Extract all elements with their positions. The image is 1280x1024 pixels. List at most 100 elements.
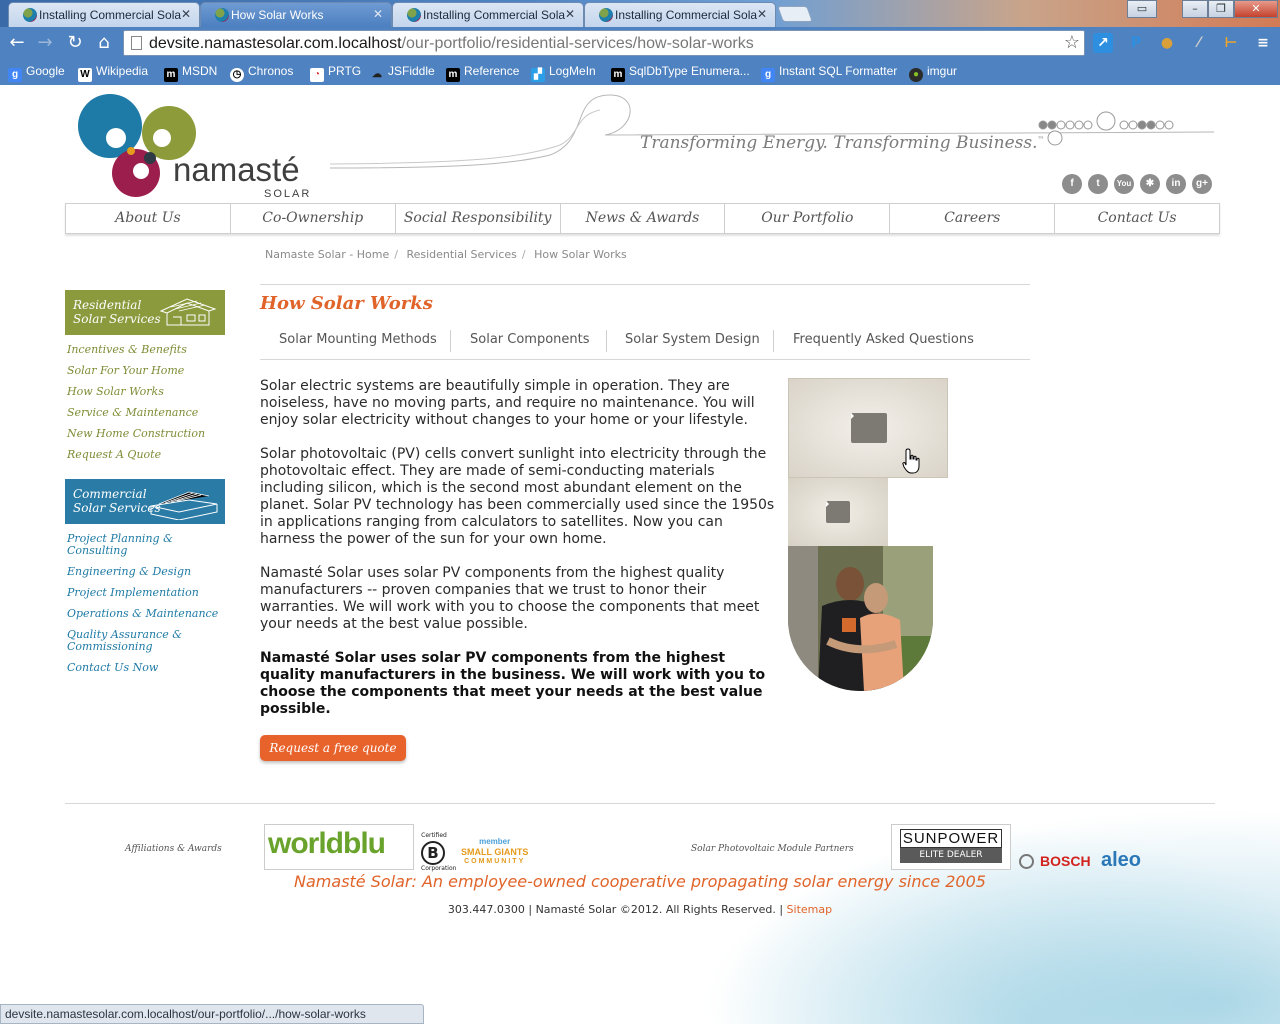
extension-ruler-icon[interactable]: ⊢	[1221, 33, 1241, 53]
close-icon[interactable]: ✕	[181, 7, 191, 21]
tab-solar-components[interactable]: Solar Components	[470, 332, 590, 347]
bookmark-msdn[interactable]: m MSDN	[164, 64, 217, 82]
nav-news-awards[interactable]: News & Awards	[561, 204, 726, 233]
status-bar: devsite.namastesolar.com.localhost/our-p…	[0, 1004, 424, 1024]
request-quote-button[interactable]: Request a free quote	[260, 735, 406, 761]
sidebar-item-new-home[interactable]: New Home Construction	[67, 428, 225, 440]
twitter-icon[interactable]: t	[1088, 174, 1108, 194]
address-bar[interactable]: devsite.namastesolar.com.localhost/our-p…	[123, 30, 1085, 56]
facebook-icon[interactable]: f	[1062, 174, 1082, 194]
page-icon	[131, 36, 142, 50]
prtg-icon: ◔	[310, 68, 324, 82]
hand-cursor-icon	[902, 448, 920, 474]
youtube-icon[interactable]: You	[1114, 174, 1134, 194]
bookmark-chronos[interactable]: ◷ Chronos	[230, 64, 293, 82]
sidebar-item-project-planning[interactable]: Project Planning & Consulting	[67, 533, 225, 557]
bookmark-sqldbtype[interactable]: m SqlDbType Enumera...	[611, 64, 750, 82]
reload-icon[interactable]: ↻	[64, 32, 86, 54]
small-giants-logo[interactable]: member SMALL GIANTS COMMUNITY	[461, 837, 528, 867]
msdn-icon: m	[611, 68, 625, 82]
sidebar-item-contact-now[interactable]: Contact Us Now	[67, 662, 225, 674]
close-window-button[interactable]: ✕	[1234, 0, 1278, 18]
bookmark-sql-formatter[interactable]: g Instant SQL Formatter	[761, 64, 897, 82]
paragraph: Solar photovoltaic (PV) cells convert su…	[260, 446, 775, 547]
extension-eyedropper-icon[interactable]: ⁄	[1189, 33, 1209, 53]
commercial-services-banner[interactable]: Commercial Solar Services	[65, 479, 225, 524]
tab-solar-system-design[interactable]: Solar System Design	[625, 332, 760, 347]
breadcrumb-current: How Solar Works	[534, 248, 627, 261]
aleo-logo[interactable]: aleo	[1101, 849, 1141, 872]
home-icon[interactable]: ⌂	[93, 32, 115, 54]
sidebar-item-quality-assurance[interactable]: Quality Assurance & Commissioning	[67, 629, 225, 653]
extension-resize-icon[interactable]: ↗	[1093, 33, 1113, 53]
nav-careers[interactable]: Careers	[890, 204, 1056, 233]
bookmark-star-icon[interactable]: ☆	[1064, 32, 1080, 53]
copyright: 303.447.0300 | Namasté Solar ©2012. All …	[447, 903, 833, 916]
linkedin-icon[interactable]: in	[1166, 174, 1186, 194]
nav-contact-us[interactable]: Contact Us	[1055, 204, 1219, 233]
nav-our-portfolio[interactable]: Our Portfolio	[725, 204, 891, 233]
affiliations-label: Affiliations & Awards	[125, 844, 222, 854]
browser-tab-active[interactable]: How Solar Works ✕	[200, 2, 392, 27]
tab-title: Installing Commercial Sola	[615, 8, 758, 22]
jsfiddle-icon: ☁	[372, 69, 382, 80]
sidebar-item-request-quote[interactable]: Request A Quote	[67, 449, 225, 461]
back-icon[interactable]: ←	[6, 32, 28, 54]
logo-wordmark: namasté	[173, 151, 300, 188]
divider	[260, 284, 1030, 285]
sidebar-item-incentives[interactable]: Incentives & Benefits	[67, 344, 225, 356]
user-profile-button[interactable]: ▭	[1127, 0, 1157, 18]
close-icon[interactable]: ✕	[373, 7, 383, 21]
bosch-logo[interactable]: BOSCH	[1019, 853, 1091, 869]
extension-p-icon[interactable]: P	[1126, 33, 1146, 53]
sunpower-logo[interactable]: SUNPOWER ELITE DEALER	[891, 824, 1011, 870]
close-icon[interactable]: ✕	[565, 7, 575, 21]
play-icon[interactable]	[826, 501, 850, 523]
tab-faq[interactable]: Frequently Asked Questions	[793, 332, 974, 347]
breadcrumb-residential[interactable]: Residential Services	[406, 248, 516, 261]
close-icon[interactable]: ✕	[757, 7, 767, 21]
nav-about-us[interactable]: About Us	[66, 204, 231, 233]
site-favicon-icon	[23, 8, 37, 22]
browser-tab[interactable]: Installing Commercial Sola ✕	[584, 2, 776, 27]
worldblu-logo[interactable]: worldblu	[264, 824, 414, 870]
wikipedia-icon: W	[78, 68, 92, 82]
minimize-button[interactable]: –	[1182, 0, 1208, 18]
video-player-secondary[interactable]	[788, 478, 888, 548]
b-corporation-logo[interactable]: Certified B Corporation	[421, 832, 456, 872]
bookmark-jsfiddle[interactable]: ☁ JSFiddle	[370, 64, 435, 82]
google-plus-icon[interactable]: g+	[1192, 174, 1212, 194]
tab-solar-mounting[interactable]: Solar Mounting Methods	[279, 332, 437, 347]
sidebar-item-operations[interactable]: Operations & Maintenance	[67, 608, 225, 620]
sidebar-item-engineering[interactable]: Engineering & Design	[67, 566, 225, 578]
nav-co-ownership[interactable]: Co-Ownership	[231, 204, 396, 233]
bookmark-logmein[interactable]: ▞ LogMeIn	[531, 64, 596, 82]
breadcrumb-home[interactable]: Namaste Solar - Home	[265, 248, 389, 261]
nav-social-responsibility[interactable]: Social Responsibility	[396, 204, 561, 233]
extension-cookie-icon[interactable]: ●	[1157, 33, 1177, 53]
namaste-solar-logo[interactable]: namasté SOLAR	[78, 93, 323, 205]
browser-tab[interactable]: Installing Commercial Sola ✕	[8, 2, 200, 27]
forward-icon[interactable]: →	[34, 32, 56, 54]
bookmark-wikipedia[interactable]: W Wikipedia	[78, 64, 148, 82]
new-tab-button[interactable]	[777, 6, 813, 22]
sidebar-item-service-maintenance[interactable]: Service & Maintenance	[67, 407, 225, 419]
tab-title: Installing Commercial Sola	[39, 8, 182, 22]
sitemap-link[interactable]: Sitemap	[787, 903, 833, 916]
main-content: How Solar Works Solar Mounting Methods S…	[260, 284, 1030, 761]
sidebar-item-solar-for-home[interactable]: Solar For Your Home	[67, 365, 225, 377]
bookmark-prtg[interactable]: ◔ PRTG	[310, 64, 361, 82]
bookmark-imgur[interactable]: ● imgur	[909, 64, 957, 82]
sidebar-item-implementation[interactable]: Project Implementation	[67, 587, 225, 599]
video-player-main[interactable]	[788, 378, 948, 478]
bookmark-google[interactable]: g Google	[8, 64, 65, 82]
browser-tab[interactable]: Installing Commercial Sola ✕	[392, 2, 584, 27]
sidebar-item-how-solar-works[interactable]: How Solar Works	[67, 386, 225, 398]
residential-services-banner[interactable]: Residential Solar Services	[65, 290, 225, 335]
footer-slogan: Namasté Solar: An employee-owned coopera…	[294, 872, 986, 891]
menu-icon[interactable]: ≡	[1253, 33, 1273, 53]
restore-button[interactable]: ❐	[1208, 0, 1234, 18]
play-icon[interactable]	[851, 413, 887, 443]
bookmark-reference[interactable]: m Reference	[446, 64, 519, 82]
flickr-icon[interactable]: ✱	[1140, 174, 1160, 194]
